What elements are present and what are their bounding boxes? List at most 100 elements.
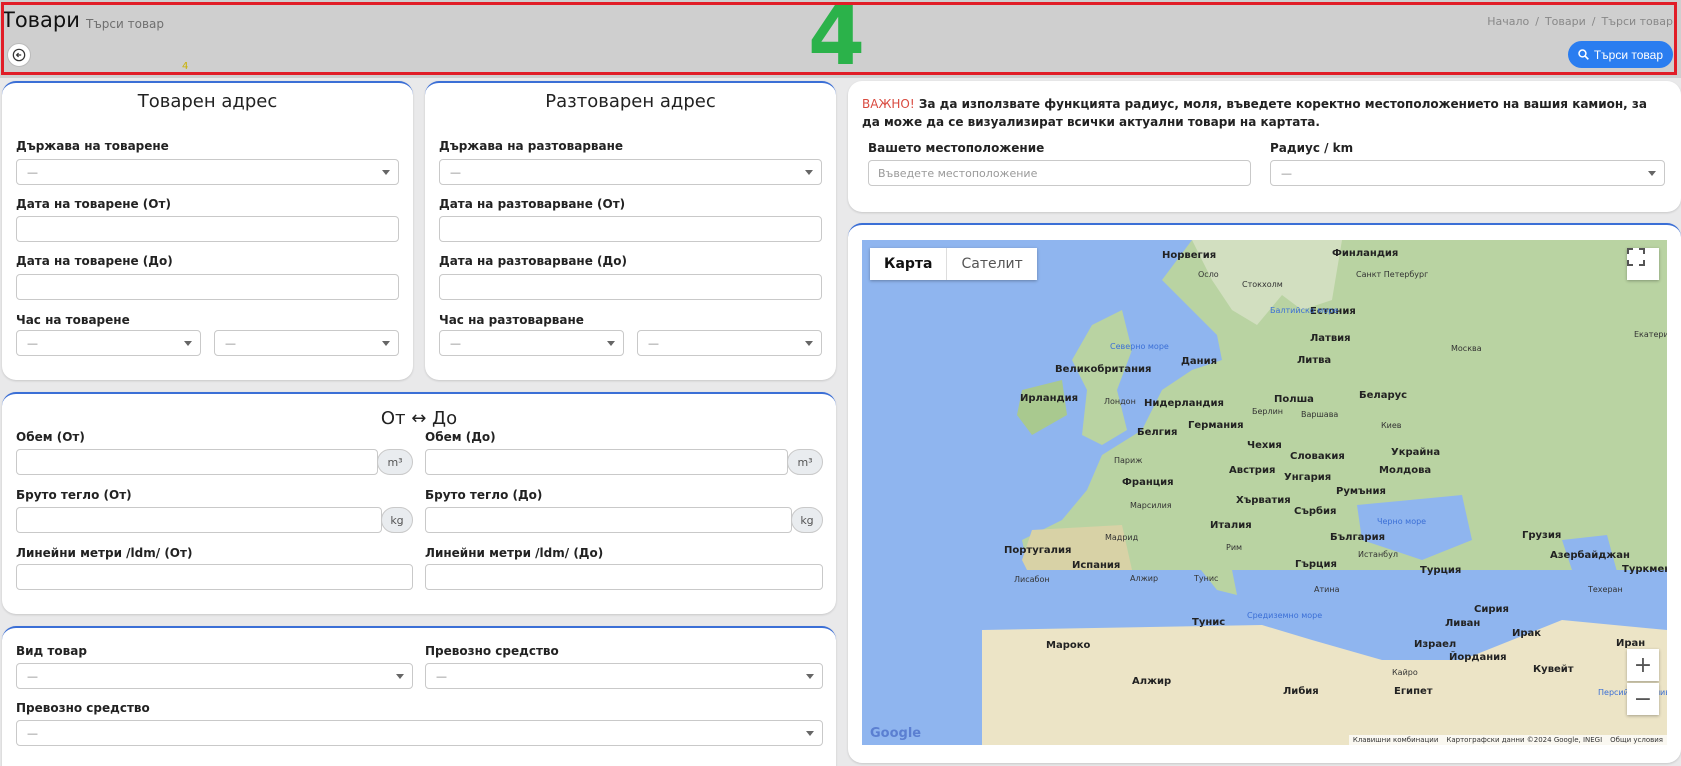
radius-notice-text: За да използвате функцията радиус, моля,…: [862, 97, 1647, 129]
map-label-sea: Северно море: [1110, 342, 1169, 351]
map-label-city: Алжир: [1130, 574, 1159, 583]
loading-date-from-input[interactable]: [16, 216, 399, 242]
weight-from-label: Бруто тегло (От): [16, 488, 132, 502]
map-label-country: Испания: [1072, 560, 1121, 571]
map-label-sea: Средиземно море: [1247, 611, 1323, 620]
radius-card: ВАЖНО! За да използвате функцията радиус…: [848, 81, 1681, 212]
map-label-city: Стокхолм: [1242, 280, 1283, 289]
loading-date-to-input[interactable]: [16, 274, 399, 300]
map-label-city: Берлин: [1252, 407, 1284, 416]
range-card: От ↔ До Обем (От) m³ Обем (До) m³ Бруто …: [2, 392, 836, 614]
fullscreen-button[interactable]: [1627, 248, 1659, 280]
map-label-country: Туркменистан: [1622, 564, 1667, 575]
loading-time-to-select[interactable]: —: [214, 330, 399, 356]
map-label-country: Украйна: [1391, 447, 1441, 458]
fullscreen-icon: [1627, 248, 1645, 266]
arrow-left-circle-icon: [12, 48, 26, 62]
ldm-from-input[interactable]: [16, 564, 413, 590]
map-label-country: Израел: [1414, 639, 1457, 650]
unloading-country-select[interactable]: —: [439, 159, 822, 185]
map-footer: Клавишни комбинации Картографски данни ©…: [1348, 735, 1667, 745]
map-label-city: Париж: [1114, 456, 1143, 465]
map[interactable]: Норвегия Финландия Естония Латвия Дания …: [862, 240, 1667, 745]
map-label-country: Франция: [1122, 477, 1174, 488]
map-label-city: Кайро: [1392, 668, 1418, 677]
weight-from-unit: kg: [381, 507, 413, 533]
unloading-date-to-input[interactable]: [439, 274, 822, 300]
weight-from-input[interactable]: [16, 507, 382, 533]
vehicle2-select[interactable]: —: [16, 720, 823, 746]
ldm-to-label: Линейни метри /ldm/ (До): [425, 546, 604, 560]
unloading-date-from-label: Дата на разтоварване (От): [439, 197, 626, 211]
map-label-country: Молдова: [1379, 465, 1432, 476]
unloading-time-to-select[interactable]: —: [637, 330, 822, 356]
cargo-type-select[interactable]: —: [16, 663, 413, 689]
ldm-from-label: Линейни метри /ldm/ (От): [16, 546, 193, 560]
terms-link[interactable]: Общи условия: [1610, 736, 1663, 744]
page-header: Товари Търси товар 4 4 Начало / Товари / Тър…: [0, 0, 1681, 78]
page-title: Товари: [2, 8, 80, 32]
volume-to-input[interactable]: [425, 449, 788, 475]
important-label: ВАЖНО!: [862, 97, 915, 111]
map-label-country: Португалия: [1004, 545, 1072, 556]
unloading-time-from-value: —: [450, 336, 461, 350]
volume-from-input[interactable]: [16, 449, 378, 475]
location-input[interactable]: Въведете местоположение: [868, 160, 1251, 186]
ldm-to-input[interactable]: [425, 564, 823, 590]
google-logo: Google: [870, 726, 922, 741]
map-data-attribution: Картографски данни ©2024 Google, INEGI: [1446, 736, 1603, 744]
unloading-time-label: Час на разтоварване: [439, 313, 584, 327]
map-label-country: Хърватия: [1236, 495, 1291, 506]
unloading-country-label: Държава на разтоварване: [439, 139, 624, 153]
loading-time-label: Час на товарене: [16, 313, 130, 327]
breadcrumb-goods[interactable]: Товари: [1545, 15, 1586, 28]
map-label-country: Дания: [1181, 356, 1217, 367]
loading-country-value: —: [27, 165, 38, 179]
breadcrumb-current: Търси товар: [1601, 15, 1673, 28]
map-label-city: Санкт Петербург: [1356, 270, 1429, 279]
loading-date-from-label: Дата на товарене (От): [16, 197, 171, 211]
vehicle-label: Превозно средство: [425, 644, 559, 658]
loading-country-select[interactable]: —: [16, 159, 399, 185]
annotation-number-small: 4: [182, 61, 189, 72]
map-label-country: Финландия: [1332, 248, 1399, 259]
unloading-date-to-label: Дата на разтоварване (До): [439, 254, 627, 268]
map-label-country: Полша: [1274, 394, 1314, 405]
unloading-time-from-select[interactable]: —: [439, 330, 624, 356]
vehicle-select[interactable]: —: [425, 663, 823, 689]
map-label-city: Варшава: [1301, 410, 1339, 419]
map-label-country: Сирия: [1474, 604, 1509, 615]
weight-to-unit: kg: [791, 507, 823, 533]
radius-select[interactable]: —: [1270, 160, 1665, 186]
vehicle2-label: Превозно средство: [16, 701, 150, 715]
map-label-country: Иран: [1616, 638, 1646, 649]
unloading-date-from-input[interactable]: [439, 216, 822, 242]
location-placeholder: Въведете местоположение: [878, 166, 1038, 180]
weight-to-label: Бруто тегло (До): [425, 488, 543, 502]
cargo-type-label: Вид товар: [16, 644, 87, 658]
search-goods-button[interactable]: Търси товар: [1567, 41, 1673, 68]
loading-address-card: Товарен адрес Държава на товарене — Дата…: [2, 81, 413, 380]
zoom-out-button[interactable]: −: [1627, 683, 1659, 715]
map-label-country: Мароко: [1046, 640, 1091, 651]
location-label: Вашето местоположение: [868, 141, 1045, 155]
map-label-country: Словакия: [1290, 451, 1345, 462]
search-goods-button-label: Търси товар: [1593, 47, 1663, 62]
loading-address-title: Товарен адрес: [137, 91, 278, 112]
page-subtitle: Търси товар: [86, 17, 165, 31]
tab-map[interactable]: Карта: [870, 248, 948, 280]
map-label-city: Мадрид: [1105, 533, 1139, 542]
weight-to-input[interactable]: [425, 507, 792, 533]
tab-satellite[interactable]: Сателит: [947, 248, 1036, 280]
loading-time-from-select[interactable]: —: [16, 330, 201, 356]
zoom-in-button[interactable]: +: [1627, 649, 1659, 681]
map-label-country: Грузия: [1522, 530, 1562, 541]
map-label-country: Италия: [1210, 520, 1252, 531]
vehicle-value: —: [436, 669, 447, 683]
map-label-city: Рим: [1226, 543, 1243, 552]
keyboard-shortcuts-link[interactable]: Клавишни комбинации: [1353, 736, 1439, 744]
breadcrumb-home[interactable]: Начало: [1487, 15, 1529, 28]
map-label-city: Марсилия: [1130, 501, 1172, 510]
map-label-country: България: [1330, 532, 1386, 543]
back-button[interactable]: [7, 43, 31, 67]
